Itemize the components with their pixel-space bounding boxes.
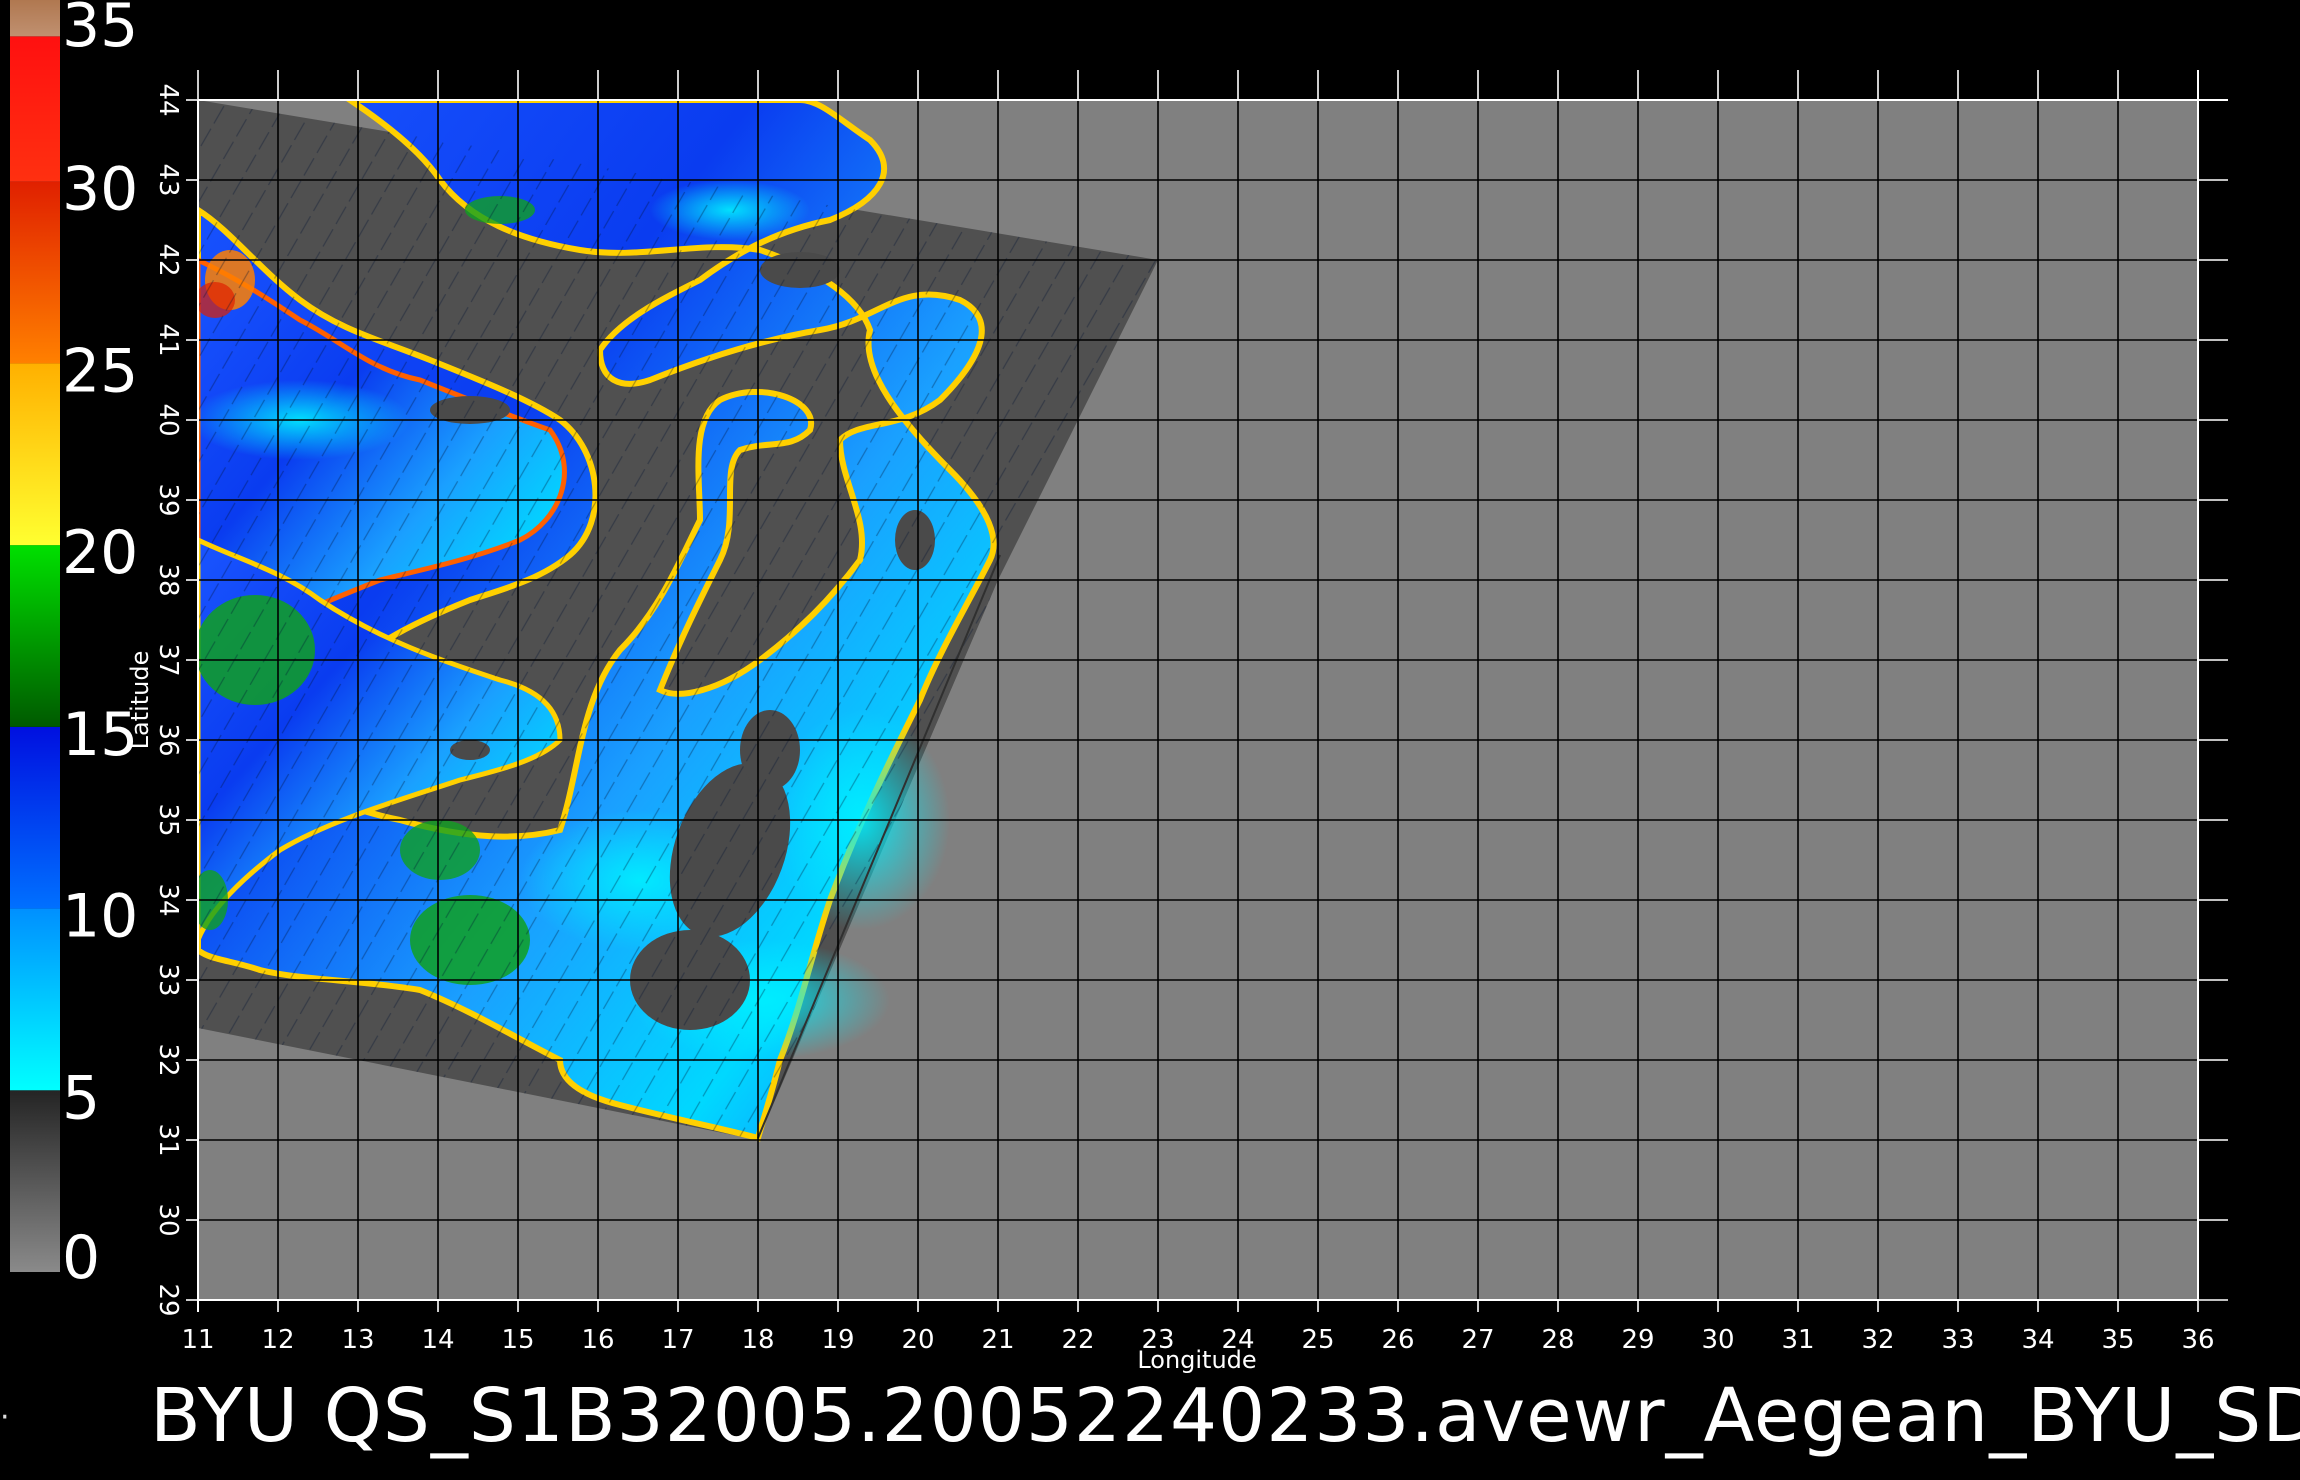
- colorbar-tick-label: 20: [62, 518, 138, 588]
- colorbar-segment: [10, 908, 60, 1091]
- longitude-tick-label: 25: [1301, 1325, 1334, 1355]
- colorbar-segment: [10, 545, 60, 727]
- longitude-tick-label: 26: [1381, 1325, 1414, 1355]
- colorbar-tick-label: 10: [62, 882, 138, 952]
- longitude-tick-label: 22: [1061, 1325, 1094, 1355]
- longitude-tick-label: 19: [821, 1325, 854, 1355]
- colorbar-tick-label: 35: [62, 0, 138, 61]
- colorbar-segment: [10, 1090, 60, 1272]
- latitude-tick-label: 33: [153, 963, 183, 996]
- colorbar-segment: [10, 36, 60, 182]
- longitude-tick-label: 14: [421, 1325, 454, 1355]
- colorbar-segment: [10, 363, 60, 546]
- wind-map-figure: 11 12 13 14 15 16 17 18 19 20 21 22 23 24 25 26 27 28 29 30…: [10, 0, 2228, 1374]
- latitude-tick-label: 43: [153, 163, 183, 196]
- figure-footer-title: BYU QS_S1B32005.20052240233.avewr_Aegean…: [150, 1373, 2300, 1459]
- colorbar-segment: [10, 181, 60, 364]
- latitude-tick-label: 36: [153, 723, 183, 756]
- colorbar-tick-label: 0: [62, 1223, 100, 1293]
- longitude-tick-label: 31: [1781, 1325, 1814, 1355]
- longitude-tick-label: 34: [2021, 1325, 2054, 1355]
- longitude-tick-label: 35: [2101, 1325, 2134, 1355]
- longitude-tick-label: 16: [581, 1325, 614, 1355]
- longitude-tick-label: 29: [1621, 1325, 1654, 1355]
- latitude-tick-label: 42: [153, 243, 183, 276]
- longitude-tick-label: 30: [1701, 1325, 1734, 1355]
- longitude-tick-label: 15: [501, 1325, 534, 1355]
- latitude-tick-label: 29: [153, 1283, 183, 1316]
- latitude-tick-label: 44: [153, 83, 183, 116]
- longitude-tick-label: 33: [1941, 1325, 1974, 1355]
- longitude-tick-label: 18: [741, 1325, 774, 1355]
- colorbar-tick-label: 15: [62, 700, 138, 770]
- longitude-tick-label: 13: [341, 1325, 374, 1355]
- latitude-tick-label: 35: [153, 803, 183, 836]
- longitude-tick-label: 20: [901, 1325, 934, 1355]
- latitude-tick-labels: 29 30 31 32 33 34 35 36 37 38 39 40 41 42 43 44: [153, 83, 183, 1316]
- colorbar-tick-labels: 0 5 10 15 20 25 30 35: [62, 0, 138, 1293]
- latitude-tick-label: 40: [153, 403, 183, 436]
- latitude-tick-label: 38: [153, 563, 183, 596]
- longitude-tick-label: 28: [1541, 1325, 1574, 1355]
- longitude-tick-label: 32: [1861, 1325, 1894, 1355]
- latitude-tick-label: 37: [153, 643, 183, 676]
- latitude-tick-label: 31: [153, 1123, 183, 1156]
- colorbar-segment: [10, 0, 60, 37]
- longitude-tick-label: 21: [981, 1325, 1014, 1355]
- latitude-tick-label: 39: [153, 483, 183, 516]
- longitude-tick-label: 36: [2181, 1325, 2214, 1355]
- colorbar-segment: [10, 726, 60, 909]
- footer-marker: ·: [0, 1400, 10, 1435]
- latitude-tick-label: 41: [153, 323, 183, 356]
- colorbar-tick-label: 5: [62, 1063, 100, 1133]
- colorbar-tick-label: 25: [62, 336, 138, 406]
- longitude-tick-label: 27: [1461, 1325, 1494, 1355]
- latitude-tick-label: 34: [153, 883, 183, 916]
- colorbar-tick-label: 30: [62, 155, 138, 225]
- latitude-tick-label: 32: [153, 1043, 183, 1076]
- longitude-tick-label: 12: [261, 1325, 294, 1355]
- longitude-tick-label: 17: [661, 1325, 694, 1355]
- latitude-tick-label: 30: [153, 1203, 183, 1236]
- longitude-tick-label: 11: [181, 1325, 214, 1355]
- wind-speed-colorbar: [10, 0, 60, 1272]
